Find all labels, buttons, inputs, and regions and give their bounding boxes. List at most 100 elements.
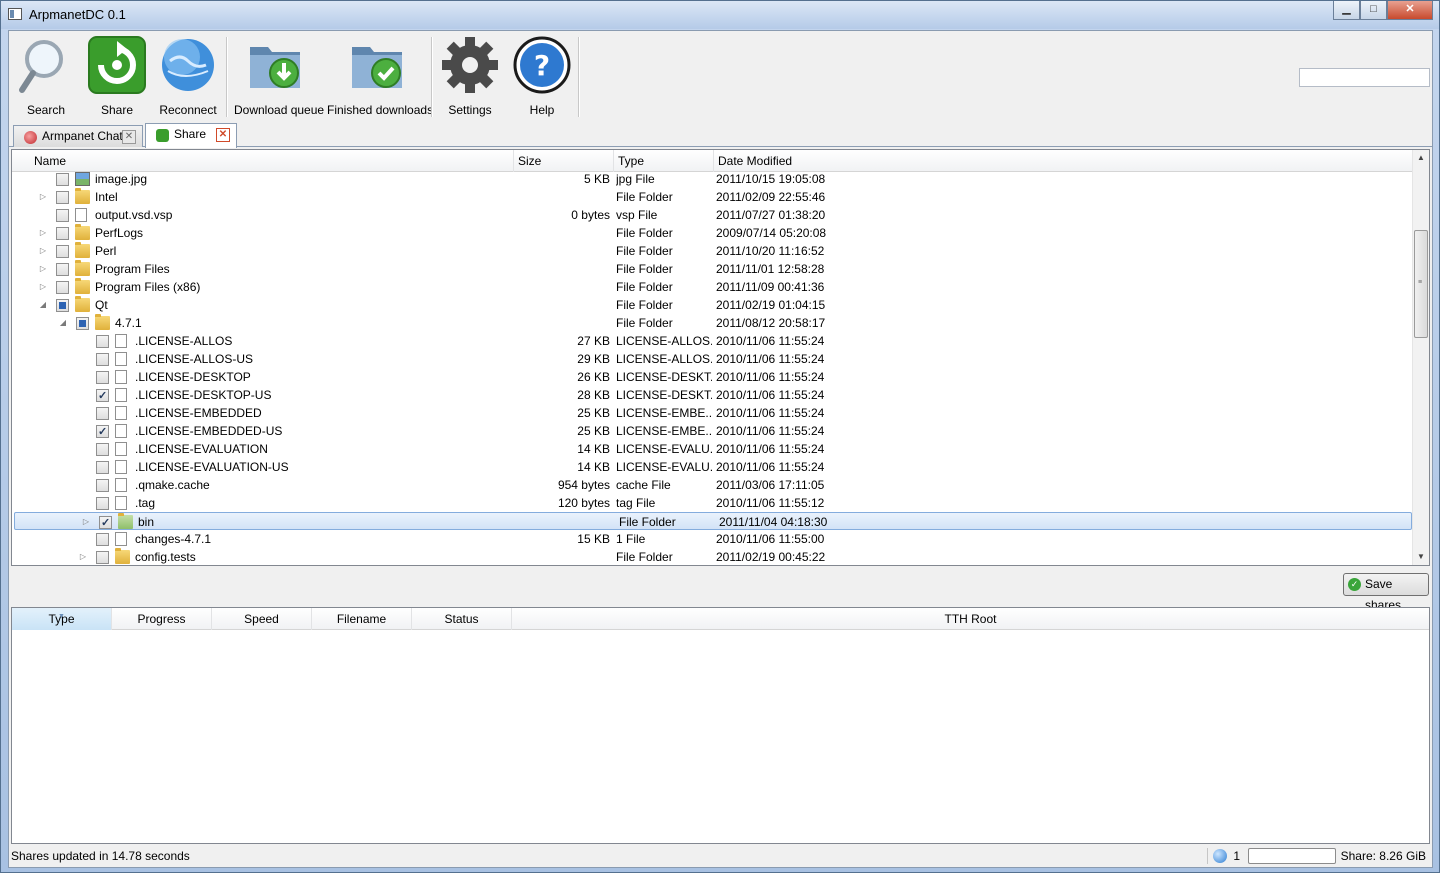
share-checkbox[interactable] [96, 461, 109, 474]
share-checkbox[interactable] [99, 514, 112, 532]
tree-row[interactable]: ▷ PerfLogs File Folder 2009/07/14 05:20:08 [12, 224, 1413, 242]
column-progress[interactable]: Progress [112, 608, 212, 630]
expand-arrow-icon[interactable]: ▷ [38, 242, 48, 260]
column-size[interactable]: Size [514, 150, 614, 172]
search-button[interactable]: Search [13, 35, 79, 119]
tree-row[interactable]: .qmake.cache 954 bytes cache File 2011/03/0… [12, 476, 1413, 494]
share-checkbox[interactable] [96, 551, 109, 564]
tree-row[interactable]: .LICENSE-EVALUATION-US 14 KB LICENSE-EVALU… [12, 458, 1413, 476]
share-button[interactable]: Share [85, 35, 149, 119]
tree-row[interactable]: .LICENSE-EMBEDDED 25 KB LICENSE-EMBE... 201… [12, 404, 1413, 422]
share-checkbox[interactable] [56, 191, 69, 204]
row-date-modified: 2011/11/09 00:41:36 [716, 280, 825, 294]
title-bar[interactable]: ArpmanetDC 0.1 ▁ □ ✕ [1, 1, 1439, 29]
status-bar: Shares updated in 14.78 seconds 1 Share:… [9, 845, 1432, 867]
share-checkbox[interactable] [96, 533, 109, 546]
column-type[interactable]: Type [614, 150, 714, 172]
share-checkbox[interactable] [96, 443, 109, 456]
tree-row[interactable]: changes-4.7.1 15 KB 1 File 2010/11/06 11:55… [12, 530, 1413, 548]
tab-armpanet-chat[interactable]: Armpanet Chat ✕ [13, 125, 143, 147]
row-date-modified: 2011/11/04 04:18:30 [719, 515, 828, 529]
share-checkbox[interactable] [96, 407, 109, 420]
tab-share[interactable]: Share ✕ [145, 123, 237, 148]
help-button[interactable]: ? Help [509, 35, 575, 119]
column-date-modified[interactable]: Date Modified [714, 150, 1413, 172]
share-checkbox[interactable] [56, 299, 69, 312]
tree-row[interactable]: .LICENSE-EMBEDDED-US 25 KB LICENSE-EMBE...… [12, 422, 1413, 441]
reconnect-button[interactable]: Reconnect [155, 35, 221, 119]
tree-row[interactable]: .LICENSE-EVALUATION 14 KB LICENSE-EVALU...… [12, 440, 1413, 458]
tree-row[interactable]: .LICENSE-ALLOS 27 KB LICENSE-ALLOS... 2010/… [12, 332, 1413, 350]
share-checkbox[interactable] [96, 371, 109, 384]
tree-row[interactable]: ▷ Program Files (x86) File Folder 2011/11/0… [12, 278, 1413, 296]
column-status[interactable]: Status [412, 608, 512, 630]
share-checkbox[interactable] [96, 353, 109, 366]
expand-arrow-icon[interactable]: ▷ [38, 260, 48, 278]
expand-arrow-icon[interactable]: ▷ [78, 548, 88, 565]
tree-row[interactable]: .LICENSE-DESKTOP-US 28 KB LICENSE-DESKT...… [12, 386, 1413, 405]
save-shares-button[interactable]: ✓ Save shares [1343, 573, 1429, 612]
tree-row[interactable]: ◢ Qt File Folder 2011/02/19 01:04:15 [12, 296, 1413, 314]
column-type[interactable]: ▼ Type [12, 608, 112, 630]
close-button[interactable]: ✕ [1387, 1, 1433, 20]
tree-row[interactable]: ▷ bin File Folder 2011/11/04 04:18:30 [14, 512, 1412, 532]
gear-icon [440, 35, 500, 95]
transfers-table[interactable]: ▼ Type Progress Speed Filename Status TT… [11, 607, 1430, 844]
share-checkbox[interactable] [56, 227, 69, 240]
expand-arrow-icon[interactable]: ◢ [58, 314, 68, 332]
tree-row[interactable]: ◢ 4.7.1 File Folder 2011/08/12 20:58:17 [12, 314, 1413, 332]
maximize-button[interactable]: □ [1360, 1, 1387, 20]
tree-row[interactable]: ▷ Intel File Folder 2011/02/09 22:55:46 [12, 188, 1413, 206]
settings-button[interactable]: Settings [437, 35, 503, 119]
tree-row[interactable]: ▷ Perl File Folder 2011/10/20 11:16:52 [12, 242, 1413, 260]
expand-arrow-icon[interactable]: ▷ [81, 513, 91, 531]
column-filename[interactable]: Filename [312, 608, 412, 630]
share-checkbox[interactable] [56, 281, 69, 294]
share-tree[interactable]: Name Size Type Date Modified image.jpg 5 … [11, 149, 1430, 566]
share-checkbox[interactable] [56, 209, 69, 222]
toolbar-search-input[interactable] [1299, 68, 1430, 87]
row-date-modified: 2010/11/06 11:55:00 [716, 532, 825, 546]
scroll-down-icon[interactable]: ▼ [1413, 549, 1429, 565]
close-tab-icon[interactable]: ✕ [122, 130, 136, 144]
row-name: 4.7.1 [115, 316, 142, 330]
row-date-modified: 2010/11/06 11:55:24 [716, 424, 825, 438]
column-speed[interactable]: Speed [212, 608, 312, 630]
row-date-modified: 2010/11/06 11:55:24 [716, 406, 825, 420]
row-type: LICENSE-ALLOS... [616, 334, 712, 348]
tree-row[interactable]: ▷ Program Files File Folder 2011/11/01 12:5… [12, 260, 1413, 278]
scroll-thumb[interactable]: ≡ [1414, 230, 1428, 338]
share-checkbox[interactable] [76, 317, 89, 330]
share-checkbox[interactable] [96, 497, 109, 510]
share-checkbox[interactable] [96, 335, 109, 348]
tree-row[interactable]: ▷ config.tests File Folder 2011/02/19 00:45… [12, 548, 1413, 565]
share-checkbox[interactable] [56, 245, 69, 258]
share-checkbox[interactable] [96, 387, 109, 405]
folder-icon [95, 314, 110, 330]
minimize-button[interactable]: ▁ [1333, 1, 1360, 20]
download-queue-button[interactable]: Download queue [234, 35, 324, 119]
share-checkbox[interactable] [96, 423, 109, 441]
close-tab-icon[interactable]: ✕ [216, 128, 230, 142]
scroll-up-icon[interactable]: ▲ [1413, 150, 1429, 166]
tree-row[interactable]: image.jpg 5 KB jpg File 2011/10/15 19:05:08 [12, 172, 1413, 188]
share-checkbox[interactable] [56, 263, 69, 276]
tree-row[interactable]: .LICENSE-ALLOS-US 29 KB LICENSE-ALLOS... 20… [12, 350, 1413, 368]
expand-arrow-icon[interactable]: ▷ [38, 224, 48, 242]
row-date-modified: 2010/11/06 11:55:24 [716, 352, 825, 366]
file-icon [115, 388, 127, 402]
finished-downloads-button[interactable]: Finished downloads [327, 35, 433, 119]
expand-arrow-icon[interactable]: ▷ [38, 278, 48, 296]
row-name: output.vsd.vsp [95, 208, 173, 222]
share-checkbox[interactable] [56, 173, 69, 186]
share-checkbox[interactable] [96, 479, 109, 492]
tree-scrollbar[interactable]: ▲ ≡ ▼ [1412, 150, 1429, 565]
tree-row[interactable]: output.vsd.vsp 0 bytes vsp File 2011/07/27 … [12, 206, 1413, 224]
tree-row[interactable]: .LICENSE-DESKTOP 26 KB LICENSE-DESKT... 201… [12, 368, 1413, 386]
expand-arrow-icon[interactable]: ▷ [38, 188, 48, 206]
expand-arrow-icon[interactable]: ◢ [38, 296, 48, 314]
tree-row[interactable]: .tag 120 bytes tag File 2010/11/06 11:55:12 [12, 494, 1413, 512]
row-date-modified: 2011/07/27 01:38:20 [716, 208, 826, 222]
column-tth-root[interactable]: TTH Root [512, 608, 1429, 630]
column-name[interactable]: Name [12, 150, 514, 172]
